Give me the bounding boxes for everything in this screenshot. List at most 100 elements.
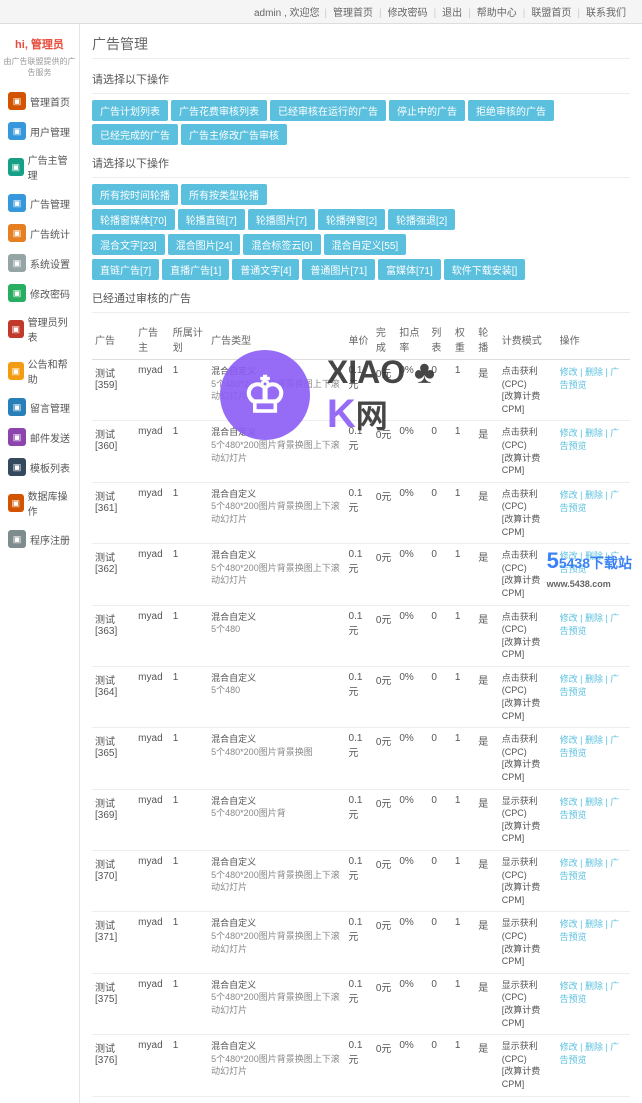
tab-button[interactable]: 轮播窗媒体[70]: [92, 209, 175, 230]
cell-price: 0.1元: [346, 851, 373, 912]
tab-button[interactable]: 轮播直链[7]: [178, 209, 245, 230]
tab-button[interactable]: 广告计划列表: [92, 100, 168, 121]
cell-id[interactable]: 测试[361]: [92, 482, 135, 543]
cell-actions[interactable]: 修改 | 删除 | 广告预览: [557, 421, 630, 482]
tab-button[interactable]: 所有按时间轮播: [92, 184, 178, 205]
cell-list: 0: [428, 666, 451, 727]
cell-type: 混合自定义5个480: [208, 666, 345, 727]
cell-plan: 1: [170, 421, 208, 482]
cell-price: 0.1元: [346, 912, 373, 973]
cell-loop: 是: [475, 912, 498, 973]
cell-id[interactable]: 测试[376]: [92, 1035, 135, 1096]
cell-actions[interactable]: 修改 | 删除 | 广告预览: [557, 360, 630, 421]
nav-icon: ▣: [8, 224, 26, 242]
cell-mode: 显示获利(CPC)[改算计费CPM]: [499, 1035, 557, 1096]
nav-item-1[interactable]: ▣ 用户管理: [0, 116, 79, 146]
tab-button[interactable]: 直播广告[1]: [162, 259, 229, 280]
tab-button[interactable]: 停止中的广告: [389, 100, 465, 121]
nav-item-5[interactable]: ▣ 系统设置: [0, 248, 79, 278]
cell-actions[interactable]: 修改 | 删除 | 广告预览: [557, 912, 630, 973]
cell-price: 0.1元: [346, 605, 373, 666]
cell-actions[interactable]: 修改 | 删除 | 广告预览: [557, 1035, 630, 1096]
cell-weight: 1: [452, 973, 475, 1034]
table-row: 测试[359] myad 1 混合自定义5个480*200图片背景换图上下滚动幻…: [92, 360, 630, 421]
cell-rate: 0%: [396, 544, 428, 605]
nav-item-12[interactable]: ▣ 数据库操作: [0, 482, 79, 524]
cell-id[interactable]: 测试[362]: [92, 544, 135, 605]
cell-weight: 1: [452, 789, 475, 850]
cell-id[interactable]: 测试[363]: [92, 605, 135, 666]
tab-button[interactable]: 混合自定义[55]: [324, 234, 407, 255]
cell-id[interactable]: 测试[365]: [92, 728, 135, 789]
nav-item-0[interactable]: ▣ 管理首页: [0, 86, 79, 116]
cell-actions[interactable]: 修改 | 删除 | 广告预览: [557, 666, 630, 727]
page-title: 广告管理: [92, 30, 630, 59]
tab-button[interactable]: 软件下载安装[]: [444, 259, 526, 280]
tab-button[interactable]: 所有按类型轮播: [181, 184, 267, 205]
nav-item-4[interactable]: ▣ 广告统计: [0, 218, 79, 248]
nav-icon: ▣: [8, 398, 26, 416]
cell-actions[interactable]: 修改 | 删除 | 广告预览: [557, 973, 630, 1034]
cell-id[interactable]: 测试[371]: [92, 912, 135, 973]
cell-plan: 1: [170, 666, 208, 727]
cell-mode: 显示获利(CPC)[改算计费CPM]: [499, 973, 557, 1034]
cell-done: 0元: [373, 851, 396, 912]
cell-loop: 是: [475, 544, 498, 605]
nav-item-11[interactable]: ▣ 模板列表: [0, 452, 79, 482]
nav-icon: ▣: [8, 194, 26, 212]
tab-button[interactable]: 混合标签云[0]: [243, 234, 320, 255]
nav-label: 广告管理: [30, 196, 70, 211]
topbar-link[interactable]: 帮助中心: [477, 8, 517, 19]
cell-actions[interactable]: 修改 | 删除 | 广告预览: [557, 605, 630, 666]
nav-icon: ▣: [8, 428, 26, 446]
cell-loop: 是: [475, 666, 498, 727]
nav-item-9[interactable]: ▣ 留言管理: [0, 392, 79, 422]
topbar-link[interactable]: 退出: [442, 8, 462, 19]
cell-rate: 0%: [396, 728, 428, 789]
cell-actions[interactable]: 修改 | 删除 | 广告预览: [557, 851, 630, 912]
tab-button[interactable]: 拒绝审核的广告: [468, 100, 554, 121]
cell-type: 混合自定义5个480*200图片背: [208, 789, 345, 850]
cell-actions[interactable]: 修改 | 删除 | 广告预览: [557, 789, 630, 850]
tab-button[interactable]: 轮播强退[2]: [388, 209, 455, 230]
tab-button[interactable]: 直链广告[7]: [92, 259, 159, 280]
tab-button[interactable]: 普通文字[4]: [232, 259, 299, 280]
nav-item-13[interactable]: ▣ 程序注册: [0, 524, 79, 554]
nav-item-8[interactable]: ▣ 公告和帮助: [0, 350, 79, 392]
nav-item-7[interactable]: ▣ 管理员列表: [0, 308, 79, 350]
cell-type: 混合自定义5个480*200图片背景换图上下滚动幻灯片: [208, 973, 345, 1034]
cell-actions[interactable]: 修改 | 删除 | 广告预览: [557, 728, 630, 789]
topbar-link[interactable]: 修改密码: [388, 8, 428, 19]
tab-button[interactable]: 轮播弹窗[2]: [318, 209, 385, 230]
tab-button[interactable]: 广告花费审核列表: [171, 100, 267, 121]
cell-owner: myad: [135, 1035, 170, 1096]
nav-item-3[interactable]: ▣ 广告管理: [0, 188, 79, 218]
tab-button[interactable]: 混合文字[23]: [92, 234, 165, 255]
topbar-link[interactable]: 管理首页: [333, 8, 373, 19]
nav-item-2[interactable]: ▣ 广告主管理: [0, 146, 79, 188]
topbar-link[interactable]: 联盟首页: [531, 8, 571, 19]
tab-button[interactable]: 轮播图片[7]: [248, 209, 315, 230]
tab-button[interactable]: 混合图片[24]: [168, 234, 241, 255]
tab-button[interactable]: 广告主修改广告审核: [181, 124, 287, 145]
cell-done: 0元: [373, 728, 396, 789]
nav-label: 管理首页: [30, 94, 70, 109]
topbar-link[interactable]: 联系我们: [586, 8, 626, 19]
cell-actions[interactable]: 修改 | 删除 | 广告预览: [557, 482, 630, 543]
cell-id[interactable]: 测试[359]: [92, 360, 135, 421]
tab-button[interactable]: 富媒体[71]: [378, 259, 441, 280]
cell-id[interactable]: 测试[360]: [92, 421, 135, 482]
cell-id[interactable]: 测试[369]: [92, 789, 135, 850]
nav-item-6[interactable]: ▣ 修改密码: [0, 278, 79, 308]
nav-label: 模板列表: [30, 460, 70, 475]
cell-weight: 1: [452, 666, 475, 727]
cell-id[interactable]: 测试[364]: [92, 666, 135, 727]
tab-button[interactable]: 已经审核在运行的广告: [270, 100, 386, 121]
cell-id[interactable]: 测试[370]: [92, 851, 135, 912]
cell-id[interactable]: 测试[375]: [92, 973, 135, 1034]
nav-item-10[interactable]: ▣ 邮件发送: [0, 422, 79, 452]
tab-button[interactable]: 普通图片[71]: [302, 259, 375, 280]
nav-label: 程序注册: [30, 532, 70, 547]
tab-button[interactable]: 已经完成的广告: [92, 124, 178, 145]
cell-owner: myad: [135, 605, 170, 666]
